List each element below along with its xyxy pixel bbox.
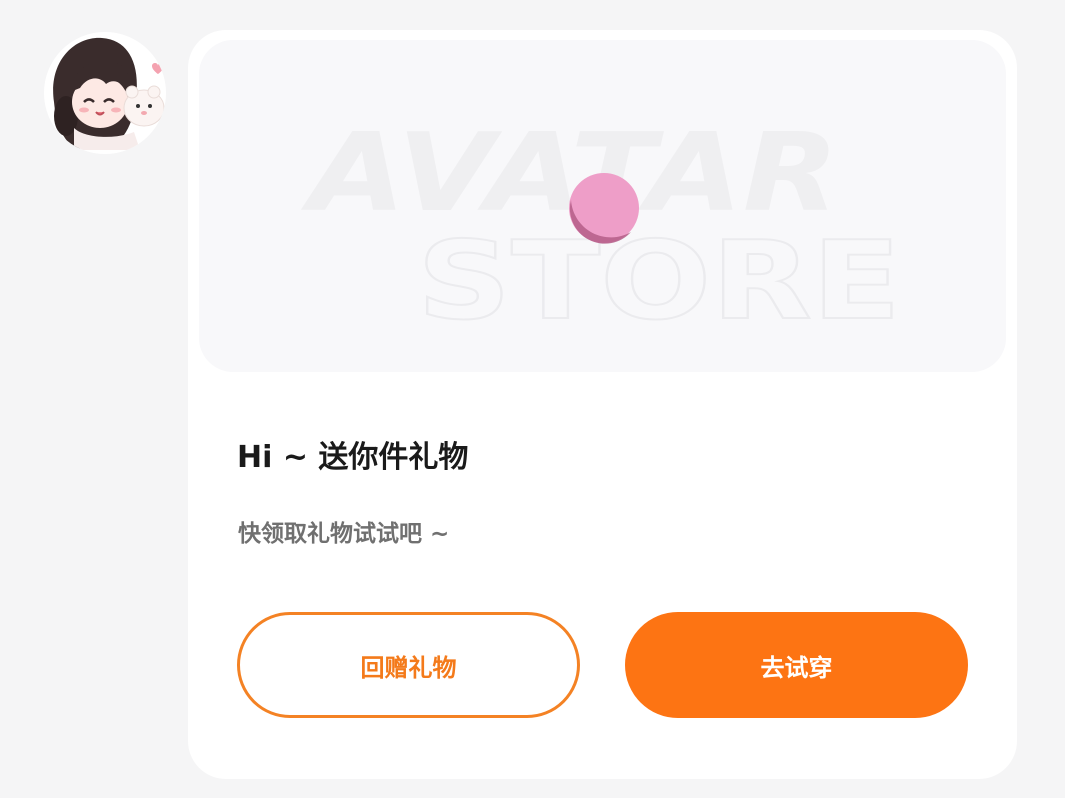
sender-avatar[interactable] (44, 32, 166, 154)
avatar-store-banner: AVATAR STORE (199, 40, 1006, 372)
anime-girl-with-bear-avatar-icon (44, 32, 166, 154)
gift-card: AVATAR STORE Hi ~ 送你件礼物 快领取礼物试试吧 ~ 回赠礼物 … (188, 30, 1017, 779)
banner-text-avatar: AVATAR (300, 111, 839, 236)
return-gift-button-label: 回赠礼物 (360, 653, 457, 682)
gift-subtitle: 快领取礼物试试吧 ~ (238, 521, 450, 547)
banner-illustration: AVATAR STORE (300, 111, 902, 345)
return-gift-button[interactable]: 回赠礼物 (237, 612, 580, 718)
gift-title: Hi ~ 送你件礼物 (237, 440, 469, 475)
try-on-button[interactable]: 去试穿 (625, 612, 968, 718)
banner-text-store: STORE (417, 219, 901, 344)
try-on-button-label: 去试穿 (760, 653, 833, 682)
